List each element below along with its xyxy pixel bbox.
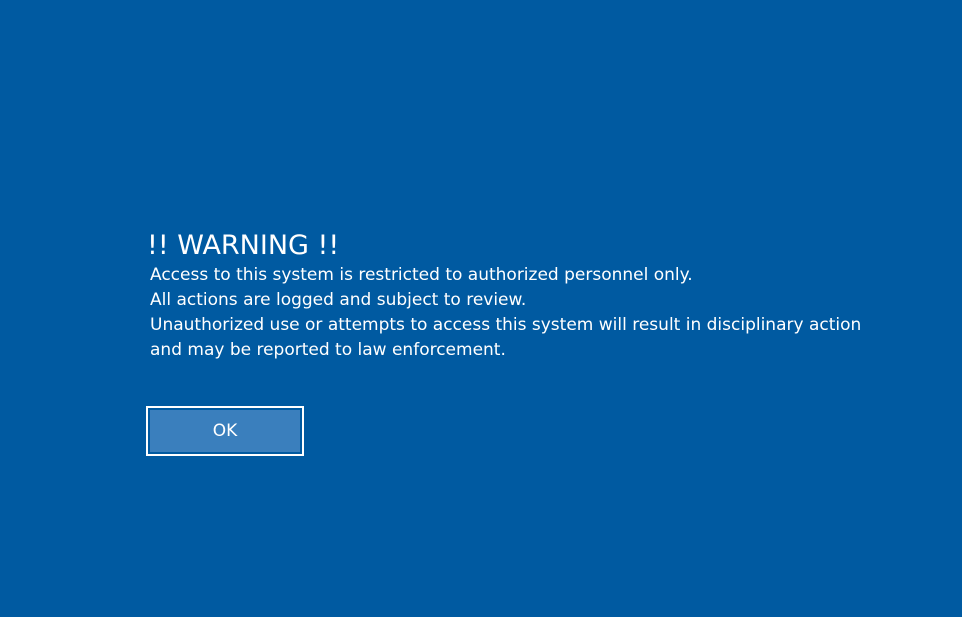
ok-button-label: OK bbox=[150, 410, 300, 452]
warning-title: !! WARNING !! bbox=[147, 230, 340, 261]
warning-line-restricted: Access to this system is restricted to a… bbox=[150, 265, 693, 285]
warning-line-logged: All actions are logged and subject to re… bbox=[150, 290, 527, 310]
legal-notice-screen: !! WARNING !! Access to this system is r… bbox=[0, 0, 962, 617]
ok-button[interactable]: OK bbox=[146, 406, 304, 456]
warning-line-law-enforcement: and may be reported to law enforcement. bbox=[150, 340, 506, 360]
warning-message: Access to this system is restricted to a… bbox=[147, 263, 867, 363]
warning-line-unauthorized: Unauthorized use or attempts to access t… bbox=[150, 315, 862, 335]
legal-notice: !! WARNING !! Access to this system is r… bbox=[147, 229, 867, 363]
